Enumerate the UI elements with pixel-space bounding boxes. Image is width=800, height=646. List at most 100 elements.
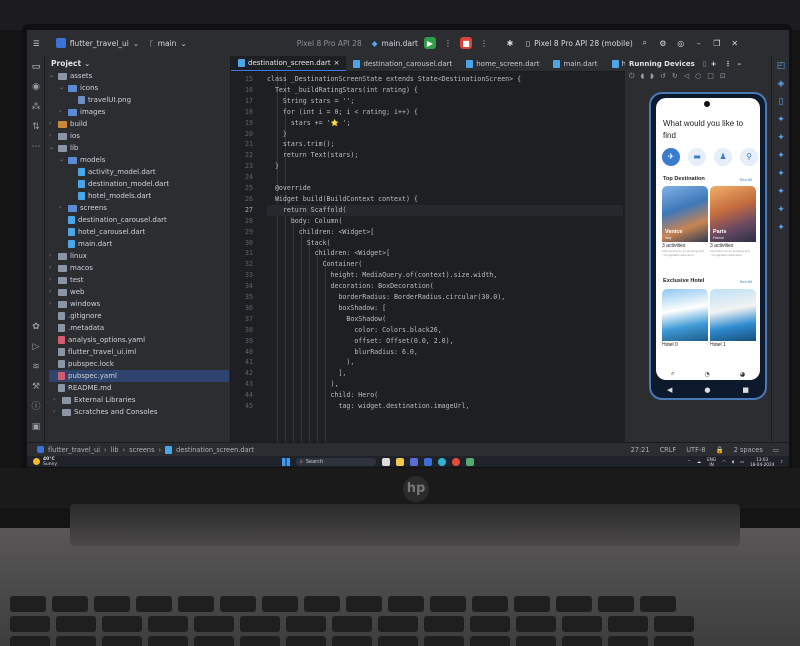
build-icon[interactable]: ⚒: [27, 378, 45, 396]
tree-item[interactable]: hotel_carousel.dart: [59, 226, 145, 238]
back-icon[interactable]: ◀: [667, 386, 672, 394]
code-line[interactable]: Widget build(BuildContext context) {: [267, 194, 418, 205]
bug-icon[interactable]: ✱: [504, 37, 516, 49]
more-icon[interactable]: ⋮: [442, 37, 454, 49]
tree-item[interactable]: .metadata: [49, 322, 104, 334]
rotate-right-icon[interactable]: ↻: [672, 72, 678, 84]
lock-icon[interactable]: 🔒: [715, 446, 723, 454]
phone-screen[interactable]: What would you like to find ✈ ▬ ♟ ⚲ Top …: [656, 98, 760, 380]
breadcrumb-item[interactable]: flutter_travel_ui: [48, 446, 100, 454]
teams-icon[interactable]: [410, 457, 418, 466]
tree-item[interactable]: main.dart: [59, 238, 112, 250]
chevron-right-icon[interactable]: ›: [53, 406, 59, 418]
account-icon[interactable]: ◎: [675, 37, 687, 49]
bike-icon[interactable]: ⚲: [740, 148, 758, 166]
overview-icon[interactable]: □: [707, 72, 714, 84]
plane-icon[interactable]: ✈: [662, 148, 680, 166]
emulator-icon[interactable]: ✦: [775, 186, 787, 198]
phone-emulator[interactable]: What would you like to find ✈ ▬ ♟ ⚲ Top …: [649, 92, 767, 400]
volume-up-icon[interactable]: ◖: [641, 72, 645, 84]
tab-destination-screen[interactable]: destination_screen.dart ×: [231, 56, 347, 71]
tree-item[interactable]: flutter_travel_ui.iml: [49, 346, 136, 358]
gradle-icon[interactable]: ◈: [775, 78, 787, 90]
tree-item[interactable]: .gitignore: [49, 310, 102, 322]
tree-item[interactable]: travelUI.png: [69, 94, 131, 106]
code-line[interactable]: class _DestinationScreenState extends St…: [267, 74, 521, 85]
device-selector-right[interactable]: ▯ Pixel 8 Pro API 28 (mobile): [526, 39, 633, 48]
file-encoding[interactable]: UTF-8: [686, 446, 705, 454]
code-line[interactable]: ),: [267, 357, 354, 368]
chevron-right-icon[interactable]: ›: [49, 262, 55, 274]
speaker-icon[interactable]: ◖: [732, 459, 734, 464]
chevron-right-icon[interactable]: ›: [49, 274, 55, 286]
problems-icon[interactable]: ⓘ: [27, 398, 45, 416]
terminal-icon[interactable]: ▣: [27, 418, 45, 436]
phone-tab-icon[interactable]: ▯: [703, 60, 707, 68]
language[interactable]: ENG: [707, 457, 716, 462]
tab-destination-carousel[interactable]: destination_carousel.dart: [346, 56, 459, 71]
chevron-right-icon[interactable]: ›: [59, 202, 65, 214]
flutter-performance-icon[interactable]: ✦: [775, 132, 787, 144]
walking-icon[interactable]: ♟: [714, 148, 732, 166]
tree-item[interactable]: › windows: [49, 298, 100, 310]
tree-item[interactable]: destination_carousel.dart: [59, 214, 167, 226]
tree-item[interactable]: pubspec.lock: [49, 358, 114, 370]
tree-item[interactable]: ⌄ lib: [49, 142, 78, 154]
code-line[interactable]: stars.trim();: [267, 139, 335, 150]
breadcrumb-item[interactable]: destination_screen.dart: [176, 446, 254, 454]
code-line[interactable]: decoration: BoxDecoration(: [267, 281, 434, 292]
more-tools-icon[interactable]: ⋯: [27, 138, 45, 156]
maximize-icon[interactable]: ❐: [711, 37, 723, 49]
profile-icon[interactable]: ◕: [740, 371, 745, 378]
code-editor[interactable]: 15 16 17 18 19 20 21 22 23 24 25 26 27 28 29 30 31 32 33 34…: [231, 72, 625, 442]
code-line[interactable]: borderRadius: BorderRadius.circular(30.0…: [267, 292, 505, 303]
main-menu-icon[interactable]: ☰: [33, 39, 40, 48]
store-icon[interactable]: [424, 457, 432, 466]
code-line[interactable]: tag: widget.destination.imageUrl,: [267, 401, 469, 412]
hotel-card-1[interactable]: Hotel 1: [710, 289, 756, 348]
gear-icon[interactable]: ⚙: [657, 37, 669, 49]
chrome-icon[interactable]: [452, 457, 460, 466]
add-device-icon[interactable]: +: [711, 60, 717, 68]
minimize-icon[interactable]: –: [693, 37, 705, 49]
device-explorer-icon[interactable]: ✦: [775, 168, 787, 180]
tree-item[interactable]: README.md: [49, 382, 111, 394]
flutter-inspector-icon[interactable]: ✦: [775, 114, 787, 126]
chevron-right-icon[interactable]: ›: [49, 118, 55, 130]
chevron-down-icon[interactable]: ⌄: [59, 154, 65, 166]
volume-down-icon[interactable]: ◗: [650, 72, 654, 84]
memory-icon[interactable]: ▭: [773, 446, 779, 454]
chevron-right-icon[interactable]: ›: [53, 394, 59, 406]
tree-item[interactable]: pubspec.yaml: [49, 370, 229, 382]
chevron-down-icon[interactable]: ⌄: [49, 70, 55, 82]
power-icon[interactable]: ⏻: [629, 72, 635, 84]
folder-icon[interactable]: ▭: [27, 58, 45, 76]
code-line[interactable]: children: <Widget>[: [267, 227, 374, 238]
tab-main[interactable]: main.dart: [546, 56, 604, 71]
code-line[interactable]: blurRadius: 6.0,: [267, 347, 418, 358]
device-selector[interactable]: Pixel 8 Pro API 28: [297, 39, 362, 48]
more-icon[interactable]: ⋮: [725, 60, 732, 68]
windows-start-icon[interactable]: [282, 457, 290, 466]
layers-icon[interactable]: ≋: [27, 358, 45, 376]
search-icon[interactable]: ⌕: [671, 370, 674, 378]
home-icon[interactable]: ●: [704, 386, 710, 394]
bed-icon[interactable]: ▬: [688, 148, 706, 166]
back-icon[interactable]: ◁: [684, 72, 689, 84]
destination-card-paris[interactable]: Paris France 3 activities Visit Paris fo…: [710, 186, 756, 257]
plugins-icon[interactable]: ✿: [27, 318, 45, 336]
code-line[interactable]: BoxShadow(: [267, 314, 386, 325]
battery-icon[interactable]: ▭: [740, 459, 744, 464]
chevron-right-icon[interactable]: ›: [49, 130, 55, 142]
tree-item[interactable]: › screens: [59, 202, 107, 214]
task-view-icon[interactable]: [382, 457, 390, 466]
tree-item[interactable]: › test: [49, 274, 83, 286]
chevron-down-icon[interactable]: ⌄: [49, 142, 55, 154]
tree-item[interactable]: › build: [49, 118, 87, 130]
android-studio-icon[interactable]: [466, 457, 474, 466]
tree-item[interactable]: › ios: [49, 130, 80, 142]
chevron-up-icon[interactable]: ⌃: [687, 459, 691, 464]
code-line[interactable]: return Scaffold(: [267, 204, 623, 216]
indent-setting[interactable]: 2 spaces: [734, 446, 763, 454]
code-line[interactable]: return Text(stars);: [267, 150, 358, 161]
